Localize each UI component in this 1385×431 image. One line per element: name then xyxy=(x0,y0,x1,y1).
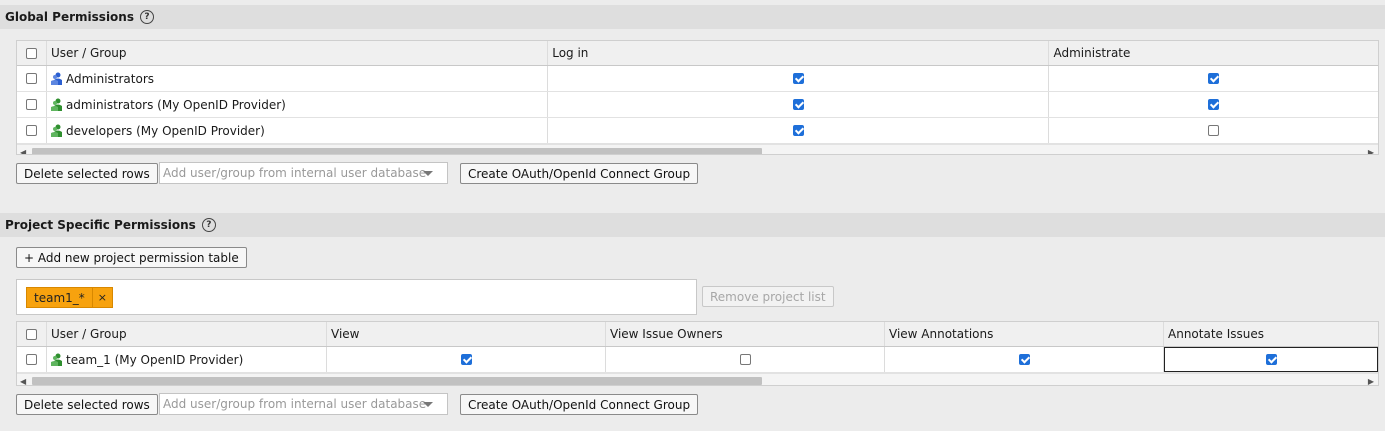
column-header-administrate[interactable]: Administrate xyxy=(1049,41,1378,65)
section-title: Global Permissions xyxy=(5,10,134,24)
column-header-annotate-issues[interactable]: Annotate Issues xyxy=(1164,322,1378,346)
user-group-name: developers (My OpenID Provider) xyxy=(65,123,265,138)
table-row[interactable]: Administrators xyxy=(17,66,1378,92)
scroll-right-icon[interactable]: ▶ xyxy=(1368,148,1374,154)
chevron-down-icon xyxy=(423,171,433,176)
project-tag: team1_* × xyxy=(26,287,113,308)
scroll-thumb[interactable] xyxy=(32,148,762,154)
column-header-user-group[interactable]: User / Group xyxy=(47,41,549,65)
log-in-checkbox[interactable] xyxy=(792,125,804,136)
user-group-name: team_1 (My OpenID Provider) xyxy=(66,352,244,367)
row-select-checkbox[interactable] xyxy=(26,354,37,365)
column-header-view-annotations[interactable]: View Annotations xyxy=(885,322,1164,346)
row-select-checkbox[interactable] xyxy=(25,73,37,84)
annotate-issues-checkbox[interactable] xyxy=(1265,354,1277,365)
close-icon[interactable]: × xyxy=(91,288,112,307)
view-annotations-checkbox[interactable] xyxy=(1018,354,1030,365)
delete-selected-rows-button[interactable]: Delete selected rows xyxy=(16,394,158,415)
create-oauth-group-button[interactable]: Create OAuth/OpenId Connect Group xyxy=(460,163,699,184)
select-all-checkbox[interactable] xyxy=(25,47,37,59)
project-permissions-table: User / Group View View Issue Owners View… xyxy=(16,321,1379,386)
table-header-row: User / Group View View Issue Owners View… xyxy=(17,322,1378,347)
administrate-checkbox[interactable] xyxy=(1208,73,1220,84)
chevron-down-icon xyxy=(423,402,433,407)
table-header-row: User / Group Log in Administrate xyxy=(17,41,1378,66)
project-tag-label: team1_* xyxy=(34,290,85,305)
global-permissions-header: Global Permissions ? xyxy=(0,5,1385,29)
log-in-checkbox[interactable] xyxy=(792,99,804,110)
project-permissions-header: Project Specific Permissions ? xyxy=(0,213,1385,237)
row-select-checkbox[interactable] xyxy=(25,99,37,110)
delete-selected-rows-button[interactable]: Delete selected rows xyxy=(16,163,158,184)
section-title: Project Specific Permissions xyxy=(5,218,196,232)
horizontal-scrollbar[interactable]: ◀ ▶ xyxy=(17,373,1378,385)
table-row[interactable]: team_1 (My OpenID Provider) xyxy=(17,347,1378,373)
scroll-left-icon[interactable]: ◀ xyxy=(20,148,26,154)
scroll-left-icon[interactable]: ◀ xyxy=(20,377,26,385)
table-row[interactable]: developers (My OpenID Provider) xyxy=(17,118,1378,144)
view-issue-owners-checkbox[interactable] xyxy=(739,354,751,365)
add-user-group-select[interactable]: Add user/group from internal user databa… xyxy=(159,162,448,184)
select-placeholder: Add user/group from internal user databa… xyxy=(163,166,427,180)
add-project-permission-table-button[interactable]: + Add new project permission table xyxy=(16,247,247,268)
scroll-thumb[interactable] xyxy=(32,377,762,385)
column-header-user-group[interactable]: User / Group xyxy=(47,322,327,346)
group-icon xyxy=(50,98,62,111)
global-permissions-table: User / Group Log in Administrate Adminis… xyxy=(16,40,1379,155)
group-icon xyxy=(51,353,62,366)
user-group-name: Administrators xyxy=(65,71,155,86)
horizontal-scrollbar[interactable]: ◀ ▶ xyxy=(17,144,1378,154)
administrate-checkbox[interactable] xyxy=(1208,99,1220,110)
user-group-name: administrators (My OpenID Provider) xyxy=(65,97,286,112)
row-select-checkbox[interactable] xyxy=(25,125,37,136)
select-all-cell xyxy=(17,41,47,65)
remove-project-list-button[interactable]: Remove project list xyxy=(702,286,834,307)
add-user-group-select[interactable]: Add user/group from internal user databa… xyxy=(159,393,448,415)
select-all-checkbox[interactable] xyxy=(26,328,37,340)
help-icon[interactable]: ? xyxy=(201,218,216,232)
log-in-checkbox[interactable] xyxy=(792,73,804,84)
group-icon xyxy=(50,124,62,137)
administrate-checkbox[interactable] xyxy=(1208,125,1220,136)
create-oauth-group-button[interactable]: Create OAuth/OpenId Connect Group xyxy=(460,394,699,415)
column-header-log-in[interactable]: Log in xyxy=(548,41,1050,65)
table-row[interactable]: administrators (My OpenID Provider) xyxy=(17,92,1378,118)
select-placeholder: Add user/group from internal user databa… xyxy=(163,397,427,411)
project-pattern-input[interactable]: team1_* × xyxy=(16,279,697,315)
help-icon[interactable]: ? xyxy=(139,10,154,24)
group-icon xyxy=(50,72,62,85)
view-checkbox[interactable] xyxy=(460,354,472,365)
column-header-view-issue-owners[interactable]: View Issue Owners xyxy=(606,322,885,346)
scroll-right-icon[interactable]: ▶ xyxy=(1368,377,1374,385)
column-header-view[interactable]: View xyxy=(327,322,606,346)
